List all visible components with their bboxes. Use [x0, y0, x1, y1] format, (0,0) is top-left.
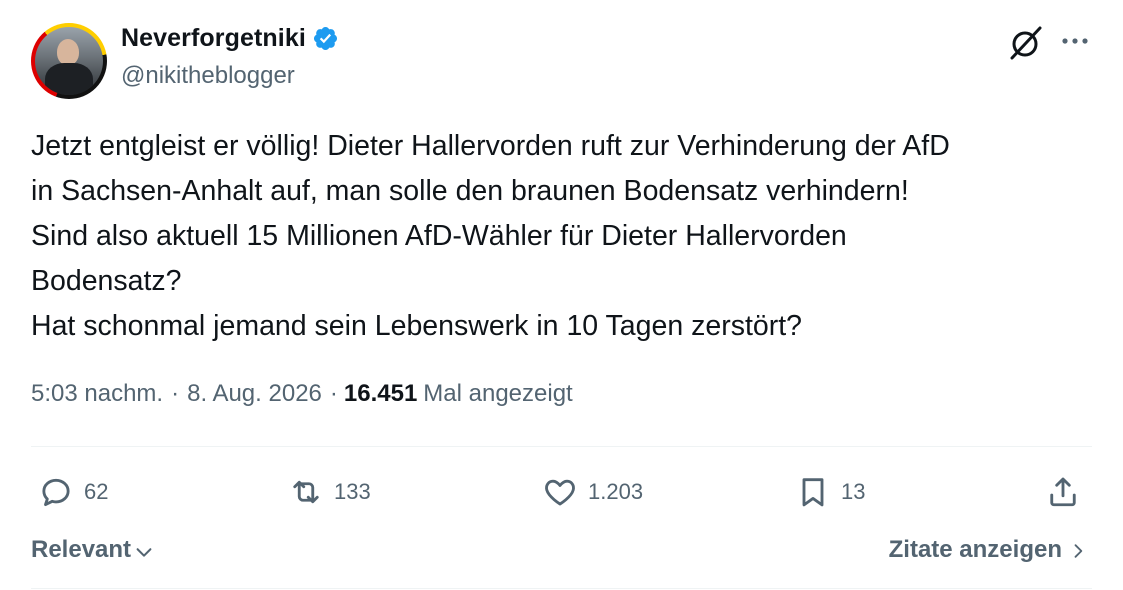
- avatar[interactable]: [31, 23, 107, 99]
- bookmark-count: 13: [841, 479, 866, 504]
- sort-replies-button[interactable]: Relevant: [31, 536, 155, 564]
- like-button[interactable]: 1.203: [542, 474, 643, 510]
- sort-label: Relevant: [31, 536, 132, 563]
- reply-count: 62: [84, 479, 109, 504]
- avatar-photo: [35, 27, 103, 95]
- heart-icon: [545, 479, 575, 506]
- repost-icon: [293, 480, 319, 504]
- quotes-label: Zitate anzeigen: [888, 536, 1062, 563]
- share-icon: [1050, 477, 1076, 507]
- tweet-text: Jetzt entgleist er völlig! Dieter Haller…: [31, 130, 950, 342]
- author-handle[interactable]: @nikitheblogger: [121, 62, 295, 90]
- tweet-date[interactable]: 8. Aug. 2026: [187, 380, 322, 408]
- meta-separator: ·: [329, 380, 338, 407]
- bookmark-button[interactable]: 13: [795, 474, 865, 510]
- reply-icon: [42, 478, 70, 507]
- author-display-name[interactable]: Neverforgetniki: [121, 24, 339, 53]
- divider-top: [31, 446, 1092, 447]
- view-quotes-link[interactable]: Zitate anzeigen: [889, 536, 1088, 564]
- like-count: 1.203: [588, 479, 644, 504]
- avatar-body-shape: [45, 63, 93, 95]
- reply-button[interactable]: 62: [38, 474, 108, 510]
- chevron-right-icon: [1074, 544, 1083, 558]
- meta-separator: ·: [171, 380, 180, 407]
- more-icon[interactable]: [1058, 26, 1092, 56]
- chevron-down-icon: [136, 548, 152, 557]
- tweet-meta: 5:03 nachm. · 8. Aug. 2026 · 16.451 Mal …: [31, 380, 573, 408]
- grok-icon[interactable]: [1006, 24, 1044, 62]
- views-label: Mal angezeigt: [423, 380, 573, 407]
- repost-count: 133: [334, 479, 371, 504]
- avatar-head-shape: [57, 39, 79, 65]
- display-name-text[interactable]: Neverforgetniki: [121, 24, 306, 53]
- divider-bottom: [31, 588, 1092, 589]
- bookmark-icon: [802, 478, 824, 507]
- views-count[interactable]: 16.451: [344, 380, 417, 408]
- tweet-time[interactable]: 5:03 nachm.: [31, 380, 163, 408]
- share-button[interactable]: [1045, 474, 1081, 510]
- repost-button[interactable]: 133: [288, 474, 371, 510]
- verified-badge-icon[interactable]: [312, 25, 339, 52]
